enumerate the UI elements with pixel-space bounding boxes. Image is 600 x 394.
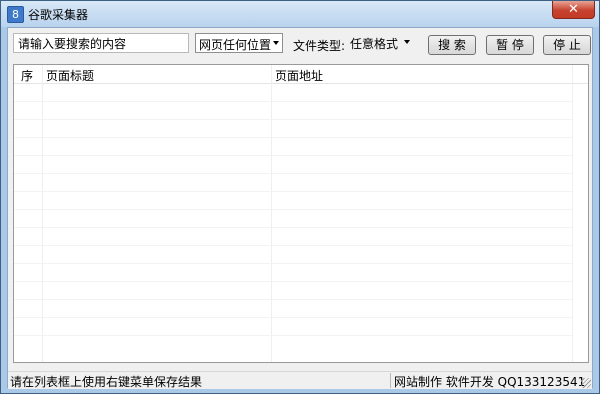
window-title: 谷歌采集器 xyxy=(28,8,89,22)
grid-line xyxy=(14,209,572,210)
app-logo-icon: 8 xyxy=(7,6,24,23)
app-window: 8 谷歌采集器 ✕ 网页任何位置 文件类型: 任意格式 搜 索 暂 停 停 止 … xyxy=(0,0,600,394)
column-header-title[interactable]: 页面标题 xyxy=(46,67,94,84)
dropdown-arrow-icon xyxy=(273,41,279,45)
status-bar: 请在列表框上使用右键菜单保存结果 网站制作 软件开发 QQ133123541 xyxy=(8,371,592,389)
grid-line xyxy=(14,137,572,138)
column-header-url[interactable]: 页面地址 xyxy=(275,67,323,84)
column-divider xyxy=(572,65,573,362)
grid-line xyxy=(14,101,572,102)
grid-line xyxy=(14,281,572,282)
search-button[interactable]: 搜 索 xyxy=(428,35,476,55)
column-header-index[interactable]: 序 xyxy=(21,67,33,84)
grid-line xyxy=(14,227,572,228)
pause-button[interactable]: 暂 停 xyxy=(486,35,534,55)
column-divider xyxy=(42,65,43,362)
stop-button[interactable]: 停 止 xyxy=(543,35,591,55)
resize-grip-icon[interactable] xyxy=(581,378,591,388)
position-select[interactable]: 网页任何位置 xyxy=(195,33,283,53)
results-list[interactable]: 序 页面标题 页面地址 xyxy=(13,64,589,363)
grid-line xyxy=(14,299,572,300)
column-divider xyxy=(271,65,272,362)
search-input[interactable] xyxy=(13,33,189,53)
title-bar[interactable]: 8 谷歌采集器 ✕ xyxy=(1,1,599,27)
status-hint: 请在列表框上使用右键菜单保存结果 xyxy=(10,375,203,389)
dropdown-arrow-icon xyxy=(404,40,410,44)
file-type-select-value: 任意格式 xyxy=(350,37,399,51)
file-type-select[interactable]: 任意格式 xyxy=(346,32,414,52)
grid-line xyxy=(14,173,572,174)
grid-line xyxy=(14,191,572,192)
grid-line xyxy=(14,263,572,264)
status-contact: 网站制作 软件开发 QQ133123541 xyxy=(394,375,586,389)
close-icon: ✕ xyxy=(568,2,579,17)
position-select-value: 网页任何位置 xyxy=(199,38,272,52)
grid-line xyxy=(14,245,572,246)
status-divider xyxy=(390,373,391,388)
grid-line xyxy=(14,119,572,120)
grid-line xyxy=(14,317,572,318)
close-button[interactable]: ✕ xyxy=(552,1,595,19)
file-type-label: 文件类型: xyxy=(293,39,346,53)
list-header: 序 页面标题 页面地址 xyxy=(14,65,588,84)
grid-line xyxy=(14,155,572,156)
grid-line xyxy=(14,335,572,336)
main-panel: 网页任何位置 文件类型: 任意格式 搜 索 暂 停 停 止 序 页面标题 页面地… xyxy=(7,27,593,389)
